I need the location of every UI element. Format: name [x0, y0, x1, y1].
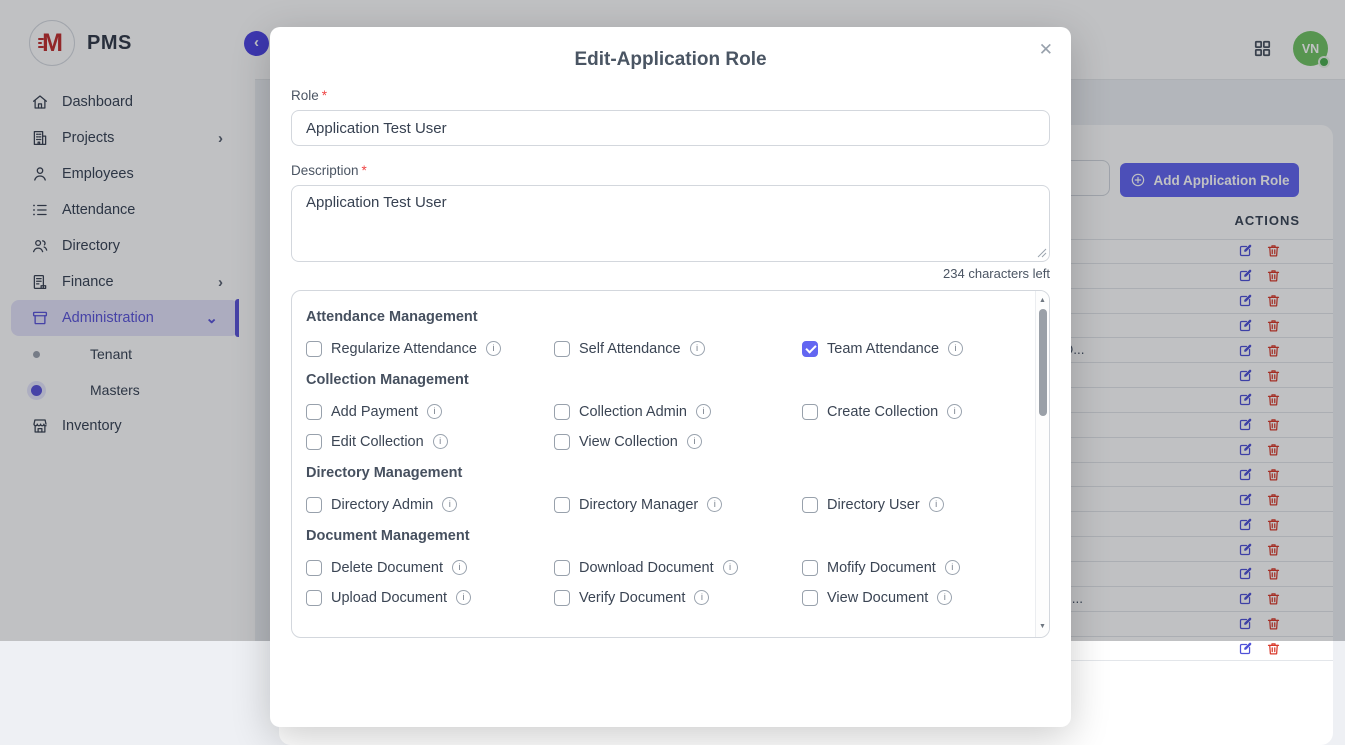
description-area-wrap: Application Test User [291, 185, 1050, 262]
permission-label: Directory Admin [331, 497, 433, 513]
scroll-down-icon[interactable]: ▼ [1036, 619, 1049, 633]
permission-grid: Directory AdminiDirectory ManageriDirect… [306, 494, 1035, 515]
permission-item[interactable]: Edit Collection i [306, 431, 554, 452]
permission-item[interactable]: Directory Admin i [306, 494, 554, 515]
info-icon[interactable]: i [696, 404, 711, 419]
checkbox-unchecked[interactable] [802, 497, 818, 513]
checkbox-unchecked[interactable] [802, 560, 818, 576]
permission-label: Regularize Attendance [331, 341, 477, 357]
scrollbar-thumb[interactable] [1039, 309, 1047, 416]
permission-section-title: Document Management [306, 528, 1035, 544]
permission-label: Team Attendance [827, 341, 939, 357]
info-icon[interactable]: i [937, 590, 952, 605]
permission-label: Edit Collection [331, 434, 424, 450]
required-mark: * [362, 163, 367, 178]
permission-grid: Regularize AttendanceiSelf AttendanceiTe… [306, 338, 1035, 359]
permission-label: Collection Admin [579, 404, 687, 420]
permission-item[interactable]: Directory User i [802, 494, 1035, 515]
checkbox-unchecked[interactable] [554, 341, 570, 357]
permission-label: Directory Manager [579, 497, 698, 513]
permission-section-title: Attendance Management [306, 309, 1035, 325]
permission-label: View Document [827, 590, 928, 606]
info-icon[interactable]: i [707, 497, 722, 512]
permission-label: Self Attendance [579, 341, 681, 357]
info-icon[interactable]: i [687, 434, 702, 449]
info-icon[interactable]: i [945, 560, 960, 575]
permission-label: Delete Document [331, 560, 443, 576]
permission-section: Directory ManagementDirectory AdminiDire… [306, 465, 1035, 515]
checkbox-unchecked[interactable] [802, 590, 818, 606]
permission-item[interactable]: Create Collection i [802, 401, 1035, 422]
checkbox-unchecked[interactable] [554, 560, 570, 576]
role-field-label: Role* [291, 88, 1050, 103]
delete-icon[interactable] [1266, 641, 1281, 656]
permission-item[interactable]: Delete Document i [306, 557, 554, 578]
permission-item[interactable]: Mofify Document i [802, 557, 1035, 578]
close-icon[interactable]: ✕ [1039, 41, 1053, 58]
info-icon[interactable]: i [690, 341, 705, 356]
permission-label: Download Document [579, 560, 714, 576]
checkbox-checked[interactable] [802, 341, 818, 357]
info-icon[interactable]: i [452, 560, 467, 575]
checkbox-unchecked[interactable] [554, 590, 570, 606]
info-icon[interactable]: i [723, 560, 738, 575]
permission-grid: Add PaymentiCollection AdminiCreate Coll… [306, 401, 1035, 452]
checkbox-unchecked[interactable] [554, 404, 570, 420]
info-icon[interactable]: i [442, 497, 457, 512]
info-icon[interactable]: i [486, 341, 501, 356]
info-icon[interactable]: i [694, 590, 709, 605]
permission-item[interactable]: Collection Admin i [554, 401, 802, 422]
permission-label: Directory User [827, 497, 920, 513]
checkbox-unchecked[interactable] [802, 404, 818, 420]
required-mark: * [322, 88, 327, 103]
checkbox-unchecked[interactable] [306, 404, 322, 420]
info-icon[interactable]: i [929, 497, 944, 512]
checkbox-unchecked[interactable] [306, 590, 322, 606]
permission-section: Document ManagementDelete DocumentiDownl… [306, 528, 1035, 608]
permission-label: Add Payment [331, 404, 418, 420]
edit-icon[interactable] [1238, 641, 1253, 656]
checkbox-unchecked[interactable] [306, 434, 322, 450]
checkbox-unchecked[interactable] [306, 560, 322, 576]
permission-item[interactable]: Download Document i [554, 557, 802, 578]
permission-label: View Collection [579, 434, 678, 450]
info-icon[interactable]: i [427, 404, 442, 419]
permission-section: Attendance Management Regularize Attendan… [306, 309, 1035, 359]
info-icon[interactable]: i [433, 434, 448, 449]
info-icon[interactable]: i [948, 341, 963, 356]
permission-item[interactable]: Upload Document i [306, 587, 554, 608]
permission-section-title: Collection Management [306, 372, 1035, 388]
permission-item[interactable]: View Document i [802, 587, 1035, 608]
permission-label: Create Collection [827, 404, 938, 420]
permission-section-title: Directory Management [306, 465, 1035, 481]
permission-label: Verify Document [579, 590, 685, 606]
permission-grid: Delete DocumentiDownload DocumentiMofify… [306, 557, 1035, 608]
permission-item[interactable]: Verify Document i [554, 587, 802, 608]
description-field-label: Description* [291, 163, 1050, 178]
scroll-up-icon[interactable]: ▲ [1036, 293, 1049, 307]
info-icon[interactable]: i [456, 590, 471, 605]
info-icon[interactable]: i [947, 404, 962, 419]
permissions-scroll-area: Attendance Management Regularize Attendan… [292, 291, 1035, 637]
modal-title: Edit-Application Role [291, 49, 1050, 71]
edit-application-role-modal: ✕ Edit-Application Role Role* Descriptio… [270, 27, 1071, 727]
role-input[interactable] [291, 110, 1050, 146]
characters-left-counter: 234 characters left [291, 266, 1050, 281]
checkbox-unchecked[interactable] [554, 497, 570, 513]
description-textarea[interactable]: Application Test User [291, 185, 1050, 262]
permission-item[interactable]: Directory Manager i [554, 494, 802, 515]
permission-item[interactable]: View Collection i [554, 431, 802, 452]
permission-item[interactable]: Self Attendance i [554, 338, 802, 359]
checkbox-unchecked[interactable] [306, 497, 322, 513]
permission-item[interactable]: Team Attendance i [802, 338, 1035, 359]
permissions-scrollbar[interactable]: ▲ ▼ [1035, 291, 1049, 637]
checkbox-unchecked[interactable] [306, 341, 322, 357]
checkbox-unchecked[interactable] [554, 434, 570, 450]
permission-label: Upload Document [331, 590, 447, 606]
permission-label: Mofify Document [827, 560, 936, 576]
permission-item[interactable]: Add Payment i [306, 401, 554, 422]
permission-section: Collection ManagementAdd PaymentiCollect… [306, 372, 1035, 452]
permission-item[interactable]: Regularize Attendance i [306, 338, 554, 359]
permissions-panel: Attendance Management Regularize Attendan… [291, 290, 1050, 638]
